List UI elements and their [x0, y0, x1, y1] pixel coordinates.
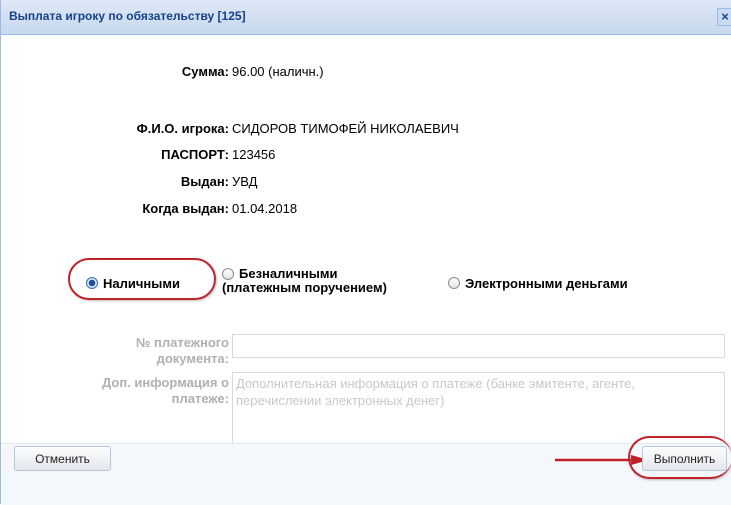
issued-by-label: Выдан: [180, 174, 229, 189]
doc-number-input[interactable] [232, 334, 725, 358]
radio-bank-transfer-line2: (платежным поручением) [222, 280, 387, 295]
info-row-player-name: Ф.И.О. игрока: СИДОРОВ ТИМОФЕЙ НИКОЛАЕВИ… [1, 121, 731, 141]
player-name-value: СИДОРОВ ТИМОФЕЙ НИКОЛАЕВИЧ [232, 121, 459, 136]
doc-number-label-line2: документа: [156, 351, 229, 366]
radio-electronic-money-label: Электронными деньгами [465, 276, 628, 291]
doc-number-label-line1: № платежного [135, 335, 229, 350]
payment-method-group: Наличными Безналичными (платежным поруче… [1, 267, 731, 307]
cancel-button[interactable]: Отменить [14, 446, 111, 471]
radio-cash-label: Наличными [103, 276, 180, 291]
extra-info-textarea[interactable]: Дополнительная информация о платеже (бан… [232, 372, 725, 445]
radio-cash[interactable]: Наличными [86, 277, 180, 291]
info-row-issued-by: Выдан: УВД [1, 174, 731, 194]
dialog-title: Выплата игроку по обязательству [125] [9, 9, 246, 23]
extra-info-label: Доп. информация о платеже: [102, 375, 229, 407]
radio-cash-indicator[interactable] [86, 277, 98, 289]
player-name-label: Ф.И.О. игрока: [136, 121, 229, 136]
passport-label: ПАСПОРТ: [161, 147, 229, 162]
dialog-titlebar[interactable]: Выплата игроку по обязательству [125] × [1, 0, 731, 35]
amount-value: 96.00 (наличн.) [232, 64, 324, 79]
info-row-passport: ПАСПОРТ: 123456 [1, 147, 731, 167]
radio-electronic-money[interactable]: Электронными деньгами [448, 277, 628, 291]
radio-bank-transfer-line1: Безналичными [239, 266, 338, 281]
execute-button[interactable]: Выполнить [642, 446, 727, 471]
payment-dialog: Выплата игроку по обязательству [125] × … [0, 0, 731, 505]
radio-bank-transfer[interactable]: Безналичными (платежным поручением) [222, 267, 404, 295]
close-icon[interactable]: × [717, 8, 731, 26]
amount-label: Сумма: [181, 64, 229, 79]
issued-by-value: УВД [232, 174, 258, 189]
extra-info-label-line2: платеже: [171, 391, 229, 406]
issue-date-label: Когда выдан: [142, 201, 229, 216]
passport-value: 123456 [232, 147, 276, 162]
info-row-issue-date: Когда выдан: 01.04.2018 [1, 201, 731, 221]
radio-bank-transfer-label: Безналичными (платежным поручением) [222, 267, 387, 295]
info-row-amount: Сумма: 96.00 (наличн.) [1, 64, 731, 84]
extra-info-label-line1: Доп. информация о [102, 375, 229, 390]
radio-electronic-money-indicator[interactable] [448, 277, 460, 289]
doc-number-label: № платежного документа: [136, 335, 229, 367]
issue-date-value: 01.04.2018 [232, 201, 298, 216]
